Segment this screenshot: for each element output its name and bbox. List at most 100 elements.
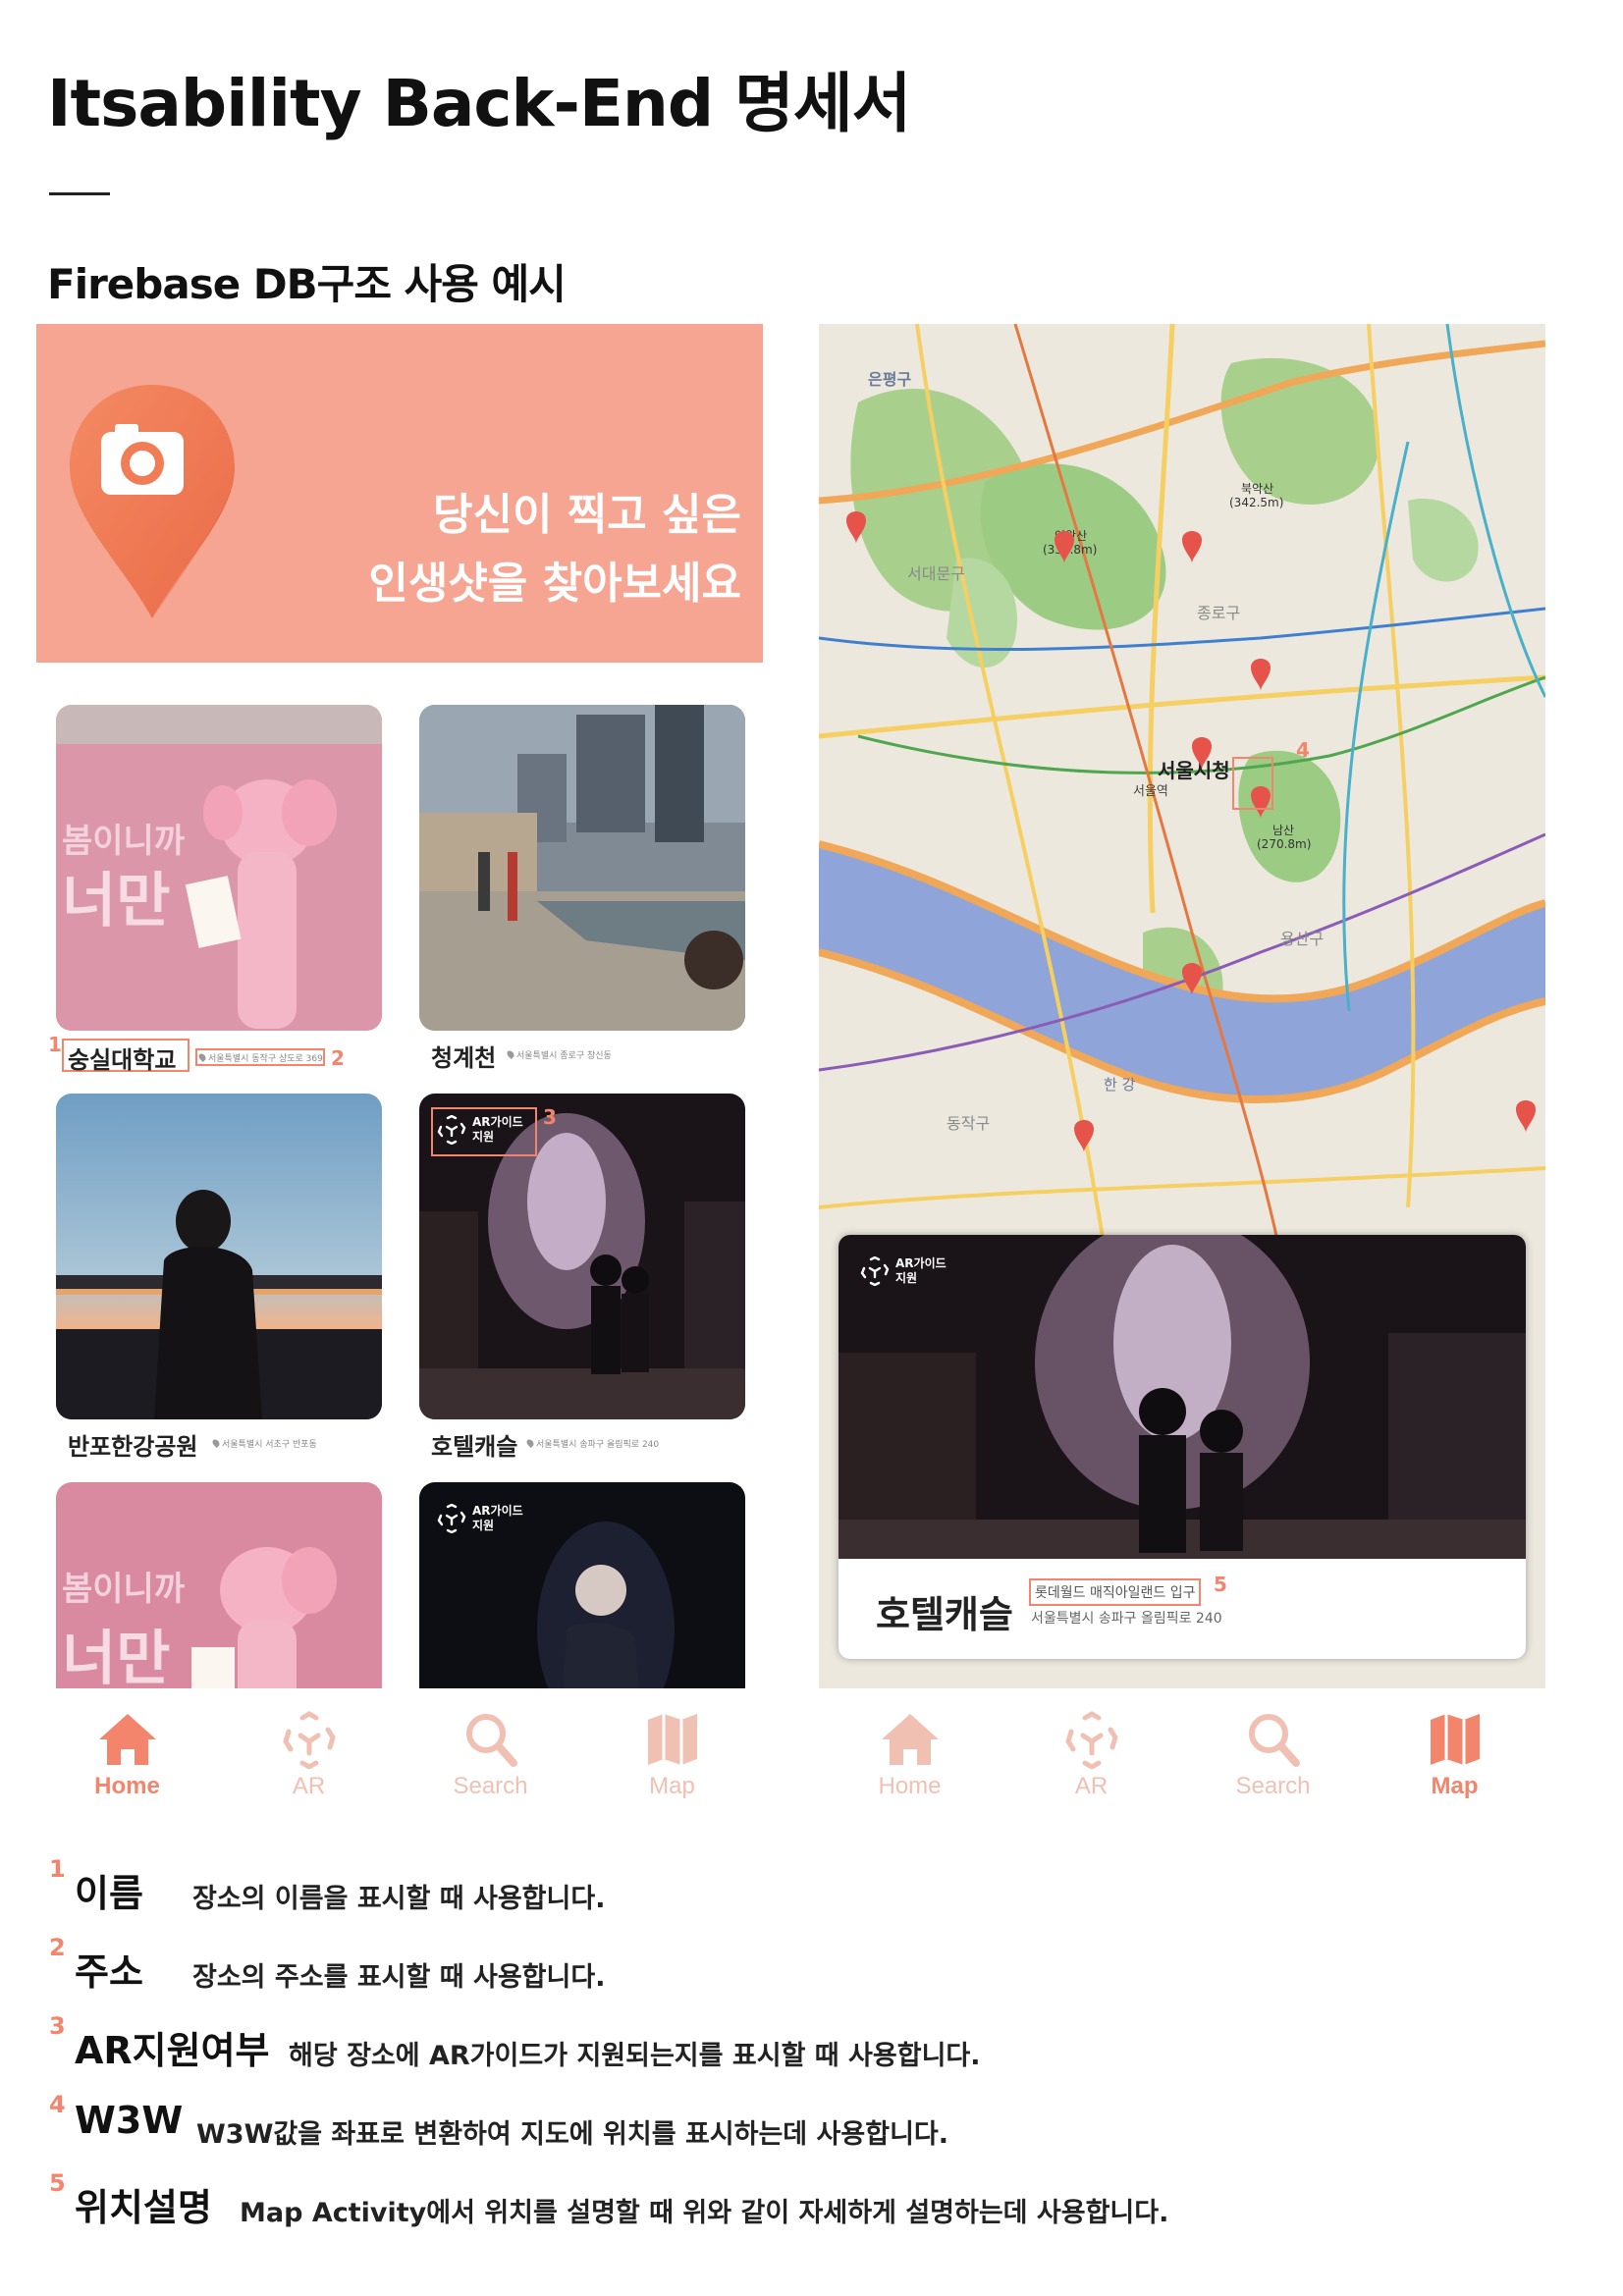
- nav-ar-label: AR: [292, 1773, 326, 1799]
- svg-text:너만: 너만: [62, 1625, 170, 1688]
- nav-ar[interactable]: AR: [218, 1688, 400, 1816]
- place-address-text: 서울특별시 서초구 반포동: [222, 1440, 317, 1450]
- nav-search-label: Search: [1235, 1773, 1311, 1799]
- annotation-2: 2: [331, 1046, 345, 1070]
- nav-home-label: Home: [878, 1773, 942, 1799]
- legend-description: 해당 장소에 AR가이드가 지원되는지를 표시할 때 사용합니다.: [289, 2041, 981, 2071]
- section-title: Firebase DB구조 사용 예시: [47, 260, 567, 308]
- legend-item: 4 W3W W3W값을 좌표로 변환하여 지도에 위치를 표시하는데 사용합니다…: [49, 2091, 1424, 2150]
- nav-home[interactable]: Home: [36, 1688, 218, 1816]
- svg-text:서대문구: 서대문구: [907, 564, 965, 583]
- place-address: 서울특별시 종로구 창신동: [506, 1048, 612, 1061]
- nav-map[interactable]: Map: [1364, 1688, 1545, 1816]
- map-screen[interactable]: 은평구 서대문구 서울시청 서울역 종로구 용산구 한 강 동작구 북악산 (3…: [819, 324, 1545, 1688]
- ar-guide-icon: [437, 1115, 466, 1145]
- nav-search[interactable]: Search: [400, 1688, 581, 1816]
- ar-badge-label: AR가이드 지원: [895, 1256, 947, 1285]
- svg-text:너만: 너만: [62, 867, 170, 935]
- place-name: 숭실대학교: [68, 1046, 177, 1074]
- legend-number: 2: [49, 1934, 66, 1961]
- ar-icon: [282, 1711, 336, 1769]
- ar-badge-label: AR가이드 지원: [472, 1115, 523, 1144]
- legend-term: 이름: [75, 1872, 143, 1915]
- nav-map-label: Map: [649, 1773, 695, 1799]
- banner-line-1: 당신이 찍고 싶은: [433, 490, 741, 540]
- location-address: 서울특별시 송파구 올림픽로 240: [1031, 1611, 1222, 1627]
- svg-text:북악산: 북악산: [1241, 482, 1273, 496]
- svg-text:봄이니까: 봄이니까: [62, 1570, 185, 1609]
- nav-home-label: Home: [94, 1773, 160, 1799]
- legend-description: 장소의 이름을 표시할 때 사용합니다.: [192, 1884, 606, 1914]
- camera-pin-icon: [70, 385, 235, 618]
- ar-badge-label: AR가이드 지원: [472, 1504, 523, 1532]
- bottom-nav-left: Home AR Search Map: [36, 1688, 763, 1816]
- banner-slogan: 당신이 찍고 싶은 인생샷을 찾아보세요: [368, 481, 741, 618]
- legend-item: 2 주소 장소의 주소를 표시할 때 사용합니다.: [49, 1934, 1424, 1994]
- ar-icon: [1064, 1711, 1118, 1769]
- ar-guide-icon: [860, 1256, 890, 1286]
- svg-text:서울시청: 서울시청: [1158, 759, 1230, 782]
- bottom-nav-right: Home AR Search Map: [819, 1688, 1545, 1816]
- map-icon: [647, 1714, 697, 1765]
- nav-map-label: Map: [1431, 1773, 1479, 1799]
- map-icon: [1430, 1714, 1480, 1765]
- location-pin-icon: [197, 1052, 207, 1062]
- hero-banner: 당신이 찍고 싶은 인생샷을 찾아보세요: [36, 324, 763, 663]
- ar-support-badge: AR가이드 지원: [437, 1504, 527, 1533]
- location-pin-icon: [211, 1438, 221, 1448]
- legend-term: AR지원여부: [75, 2029, 270, 2072]
- document-title: Itsability Back-End 명세서: [47, 66, 911, 141]
- svg-text:(342.5m): (342.5m): [1229, 496, 1283, 509]
- nav-home[interactable]: Home: [819, 1688, 1001, 1816]
- nav-map[interactable]: Map: [581, 1688, 763, 1816]
- place-photo: 봄이니까 너만: [56, 705, 382, 1031]
- place-photo: [419, 705, 745, 1031]
- location-name: 호텔캐슬: [876, 1593, 1013, 1636]
- svg-text:은평구: 은평구: [868, 370, 911, 389]
- place-photo: [56, 1094, 382, 1419]
- search-icon: [1248, 1714, 1300, 1767]
- place-name: 청계천: [431, 1044, 497, 1072]
- legend-item: 1 이름 장소의 이름을 표시할 때 사용합니다.: [49, 1855, 1424, 1915]
- svg-text:용산구: 용산구: [1280, 930, 1324, 948]
- svg-text:봄이니까: 봄이니까: [62, 822, 185, 861]
- title-divider: [49, 192, 110, 195]
- nav-search[interactable]: Search: [1182, 1688, 1364, 1816]
- legend-description: 장소의 주소를 표시할 때 사용합니다.: [192, 1962, 606, 1993]
- place-name: 반포한강공원: [68, 1433, 198, 1461]
- place-address-text: 서울특별시 종로구 창신동: [516, 1051, 612, 1061]
- location-detail-card[interactable]: AR가이드 지원 호텔캐슬 롯데월드 매직아일랜드 입구 5 서울특별시 송파구…: [839, 1235, 1526, 1659]
- svg-text:(270.8m): (270.8m): [1257, 837, 1311, 851]
- legend-number: 5: [49, 2169, 66, 2197]
- place-photo: 봄이니까 너만: [56, 1482, 382, 1688]
- ar-support-badge: AR가이드 지원: [437, 1115, 527, 1145]
- place-address-text: 서울특별시 동작구 상도로 369: [208, 1054, 323, 1064]
- legend-description: W3W값을 좌표로 변환하여 지도에 위치를 표시하는데 사용합니다.: [196, 2119, 949, 2150]
- svg-text:한 강: 한 강: [1104, 1076, 1136, 1094]
- svg-text:서울역: 서울역: [1133, 784, 1168, 799]
- home-icon: [98, 1714, 156, 1765]
- list-screen: 당신이 찍고 싶은 인생샷을 찾아보세요 봄이니까 너만 1 숭실대학교 서울특…: [36, 324, 763, 1688]
- svg-text:종로구: 종로구: [1197, 604, 1240, 622]
- svg-text:남산: 남산: [1272, 824, 1294, 837]
- place-name: 호텔캐슬: [431, 1433, 518, 1461]
- place-address-text: 서울특별시 송파구 올림픽로 240: [536, 1440, 660, 1450]
- legend-number: 4: [49, 2091, 66, 2118]
- legend-description: Map Activity에서 위치를 설명할 때 위와 같이 자세하게 설명하는…: [240, 2198, 1169, 2228]
- nav-ar-label: AR: [1074, 1773, 1109, 1799]
- annotation-3: 3: [543, 1105, 557, 1129]
- legend-number: 3: [49, 2012, 66, 2040]
- nav-ar[interactable]: AR: [1001, 1688, 1182, 1816]
- legend-term: 주소: [75, 1950, 143, 1994]
- location-pin-icon: [506, 1049, 515, 1059]
- location-description: 롯데월드 매직아일랜드 입구: [1029, 1578, 1202, 1606]
- legend-item: 3 AR지원여부 해당 장소에 AR가이드가 지원되는지를 표시할 때 사용합니…: [49, 2012, 1424, 2072]
- legend-number: 1: [49, 1855, 66, 1883]
- place-address: 서울특별시 서초구 반포동: [211, 1437, 317, 1450]
- annotation-5: 5: [1214, 1573, 1227, 1596]
- search-icon: [465, 1714, 517, 1767]
- ar-guide-icon: [437, 1504, 466, 1533]
- annotation-1: 1: [48, 1033, 62, 1056]
- place-address: 서울특별시 송파구 올림픽로 240: [525, 1437, 660, 1450]
- svg-text:동작구: 동작구: [947, 1114, 990, 1133]
